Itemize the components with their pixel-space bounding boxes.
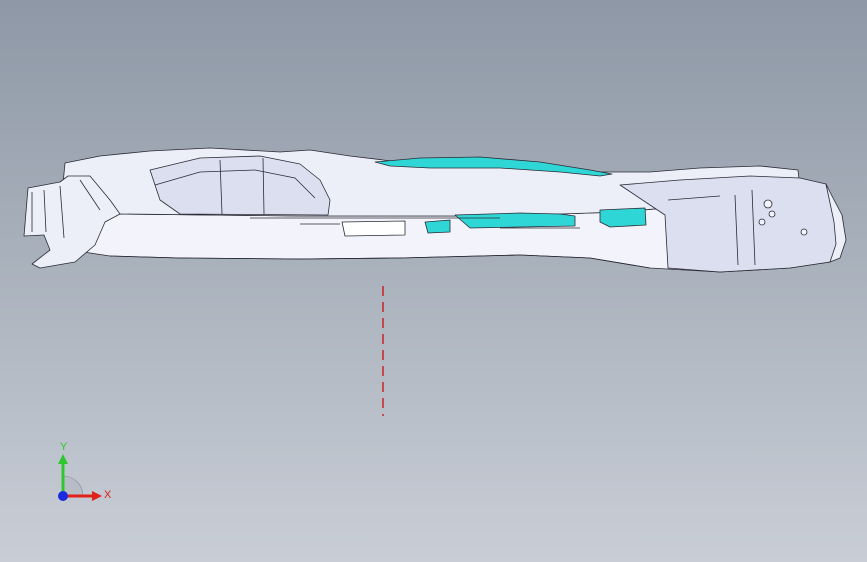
- z-axis-origin-icon: [58, 491, 68, 501]
- 3d-model-view[interactable]: [0, 0, 867, 562]
- rear-screw-4: [800, 228, 808, 236]
- rear-screw-2: [768, 210, 776, 218]
- rear-screw-1: [763, 199, 773, 209]
- underside-bracket: [341, 220, 406, 237]
- accent-component-1: [599, 207, 647, 228]
- y-axis-label: Y: [60, 441, 68, 453]
- accent-component-2: [454, 212, 576, 229]
- x-axis-label: X: [104, 489, 112, 501]
- accent-component-3: [424, 219, 451, 234]
- graphics-viewport[interactable]: Y X: [0, 0, 867, 562]
- rear-screw-3: [758, 218, 766, 226]
- coordinate-triad: Y X: [48, 440, 118, 510]
- part-body[interactable]: [23, 147, 847, 273]
